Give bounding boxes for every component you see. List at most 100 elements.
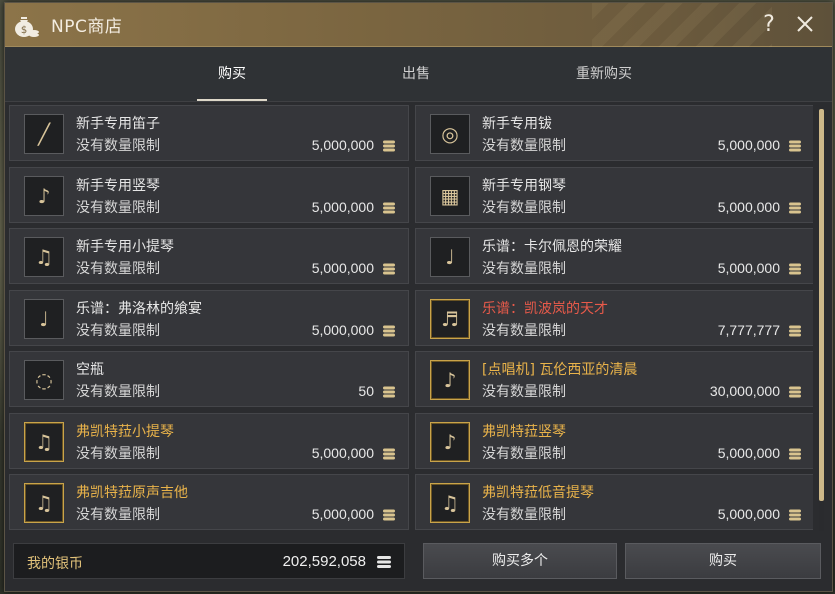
golden-sheet-icon: ♬	[430, 298, 470, 339]
item-price: 5,000,000	[717, 137, 780, 153]
help-button[interactable]: ?	[754, 9, 784, 39]
silver-coin-icon	[789, 386, 801, 398]
violin-icon: ♫	[24, 237, 64, 277]
item-price: 5,000,000	[311, 137, 374, 153]
silver-coin-icon	[383, 448, 395, 459]
item-limit: 没有数量限制	[76, 445, 160, 462]
shop-item-card[interactable]: ♪ 弗凯特菈竖琴 没有数量限制 5,000,000	[415, 412, 813, 469]
footer: 我的银币 202,592,058 购买多个 购买	[5, 537, 832, 591]
silver-coin-icon	[383, 509, 395, 521]
item-price: 7,777,777	[717, 321, 780, 338]
scrollbar[interactable]	[819, 107, 824, 531]
item-name: 乐谱：弗洛林的飨宴	[76, 300, 202, 317]
item-price: 5,000,000	[717, 198, 780, 215]
silver-coin-icon	[789, 202, 801, 213]
silver-value: 202,592,058	[282, 553, 366, 570]
item-name: 弗凯特菈小提琴	[76, 423, 174, 440]
item-price: 5,000,000	[311, 198, 374, 215]
scrollbar-thumb[interactable]	[819, 109, 824, 501]
item-limit: 没有数量限制	[482, 138, 566, 154]
cymbal-icon: ◎	[430, 114, 470, 154]
silver-coin-icon	[789, 325, 801, 336]
violin-icon: ♫	[24, 421, 64, 462]
jukebox-icon: ♪	[430, 360, 470, 400]
item-name: 新手专用小提琴	[76, 239, 174, 255]
item-limit: 没有数量限制	[76, 261, 160, 277]
item-limit: 没有数量限制	[76, 322, 160, 339]
harp-icon: ♪	[430, 421, 470, 462]
silver-coin-icon	[383, 325, 395, 336]
item-name: 乐谱：卡尔佩恩的荣耀	[482, 239, 622, 255]
silver-coin-icon	[383, 263, 395, 275]
item-name: 空瓶	[76, 362, 104, 378]
money-bag-icon: $	[11, 10, 41, 40]
tab-sell[interactable]: 出售	[381, 61, 451, 101]
item-name: 新手专用钹	[482, 116, 552, 132]
item-price: 5,000,000	[311, 506, 374, 522]
item-limit: 没有数量限制	[482, 384, 566, 400]
window-title: NPC商店	[51, 17, 123, 37]
item-price: 5,000,000	[717, 506, 780, 522]
silver-coin-icon	[383, 202, 395, 213]
item-limit: 没有数量限制	[76, 138, 160, 154]
item-list: ╱ 新手专用笛子 没有数量限制 5,000,000 ◎ 新手专用钹 没有数量限制 5,000,…	[9, 103, 813, 533]
bottle-icon: ◌	[24, 360, 64, 400]
shop-item-card[interactable]: ◌ 空瓶没有数量限制 50	[9, 351, 409, 407]
item-name: 新手专用钢琴	[482, 177, 566, 194]
flute-icon: ╱	[24, 114, 64, 154]
silver-coin-icon	[789, 140, 801, 152]
shop-item-card[interactable]: ♩ 乐谱：卡尔佩恩的荣耀 没有数量限制 5,000,000	[415, 228, 813, 284]
tab-buy[interactable]: 购买	[197, 61, 267, 101]
item-name: 新手专用笛子	[76, 116, 160, 132]
item-price: 30,000,000	[709, 383, 780, 399]
silver-balance-box: 我的银币 202,592,058	[13, 543, 405, 579]
silver-coin-icon	[383, 386, 395, 398]
item-limit: 没有数量限制	[482, 507, 566, 523]
buy-button[interactable]: 购买	[625, 543, 821, 579]
shop-item-card[interactable]: ♫ 弗凯特菈原声吉他 没有数量限制 5,000,000	[9, 474, 409, 530]
contrabass-icon: ♫	[430, 483, 470, 523]
sheet-music-icon: ♩	[24, 298, 64, 339]
title-bar[interactable]: $ NPC商店 ?	[5, 3, 832, 47]
silver-coin-icon	[789, 509, 801, 521]
guitar-icon: ♫	[24, 483, 64, 523]
item-name: 弗凯特菈原声吉他	[76, 485, 188, 501]
item-name: [点唱机] 瓦伦西亚的清晨	[482, 362, 638, 378]
item-price: 5,000,000	[717, 260, 780, 276]
item-limit: 没有数量限制	[76, 384, 160, 400]
shop-item-card[interactable]: ♬ 乐谱：凯波岚的天才 没有数量限制 7,777,777	[415, 289, 813, 346]
shop-item-card[interactable]: ♫ 新手专用小提琴 没有数量限制 5,000,000	[9, 228, 409, 284]
shop-item-card[interactable]: ♩ 乐谱：弗洛林的飨宴 没有数量限制 5,000,000	[9, 289, 409, 346]
shop-item-card[interactable]: ▦ 新手专用钢琴 没有数量限制 5,000,000	[415, 166, 813, 223]
npc-shop-window: $ NPC商店 ? 购买 出售 重新购买 ╱ 新手专用笛子 没有数量限制 5,000,…	[4, 2, 833, 592]
item-name: 弗凯特菈竖琴	[482, 423, 566, 440]
silver-label: 我的银币	[27, 556, 83, 572]
shop-item-card[interactable]: ╱ 新手专用笛子 没有数量限制 5,000,000	[9, 105, 409, 161]
shop-item-card[interactable]: ◎ 新手专用钹没有数量限制 5,000,000	[415, 105, 813, 161]
title-decoration	[592, 3, 772, 47]
item-limit: 没有数量限制	[482, 199, 566, 216]
item-limit: 没有数量限制	[76, 507, 160, 523]
shop-item-card[interactable]: ♫ 弗凯特菈低音提琴 没有数量限制 5,000,000	[415, 474, 813, 530]
shop-item-card[interactable]: ♪ [点唱机] 瓦伦西亚的清晨 没有数量限制 30,000,000	[415, 351, 813, 407]
item-price: 50	[358, 383, 374, 399]
silver-coin-icon	[789, 263, 801, 275]
shop-item-card[interactable]: ♪ 新手专用竖琴 没有数量限制 5,000,000	[9, 166, 409, 223]
item-limit: 没有数量限制	[482, 445, 566, 462]
item-price: 5,000,000	[311, 260, 374, 276]
item-limit: 没有数量限制	[482, 261, 566, 277]
harp-icon: ♪	[24, 175, 64, 216]
item-price: 5,000,000	[311, 444, 374, 461]
tab-rebuy[interactable]: 重新购买	[567, 61, 641, 101]
shop-item-card[interactable]: ♫ 弗凯特菈小提琴 没有数量限制 5,000,000	[9, 412, 409, 469]
item-limit: 没有数量限制	[76, 199, 160, 216]
piano-icon: ▦	[430, 175, 470, 216]
sheet-music-icon: ♩	[430, 237, 470, 277]
item-name: 乐谱：凯波岚的天才	[482, 300, 608, 317]
close-button[interactable]	[790, 9, 820, 39]
silver-coin-icon	[383, 140, 395, 152]
silver-coin-icon	[789, 448, 801, 459]
tab-bar: 购买 出售 重新购买	[5, 47, 832, 102]
buy-multiple-button[interactable]: 购买多个	[423, 543, 617, 579]
item-price: 5,000,000	[311, 321, 374, 338]
